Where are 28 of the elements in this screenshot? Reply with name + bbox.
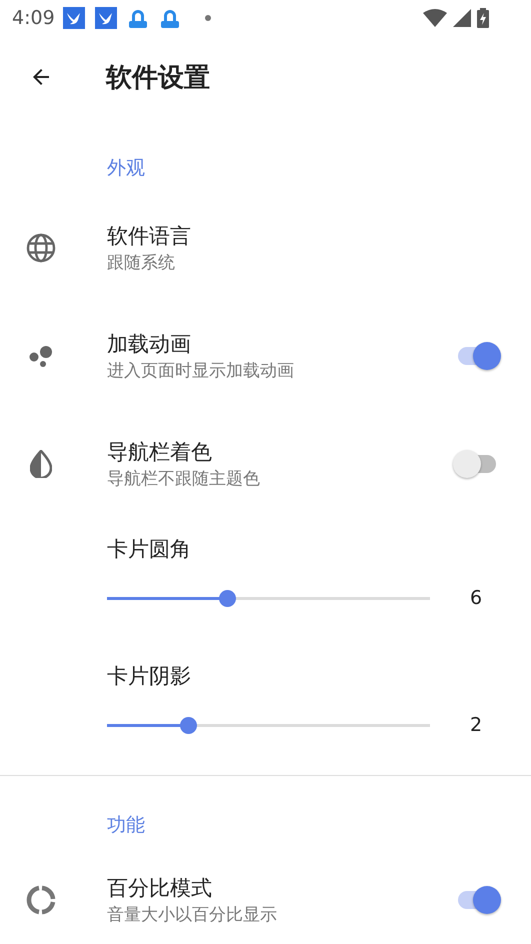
setting-subtitle: 音量大小以百分比显示 [107, 904, 277, 926]
wifi-icon [423, 9, 447, 27]
lock-icon [126, 7, 149, 29]
signal-icon [453, 9, 471, 27]
section-header: 外观 [107, 157, 145, 179]
slider-value: 6 [470, 587, 482, 609]
lock-icon [158, 7, 181, 29]
dots-icon [28, 344, 54, 368]
slider-value: 2 [470, 714, 482, 736]
bird-icon [94, 7, 117, 29]
section-header: 功能 [107, 814, 145, 836]
setting-subtitle: 导航栏不跟随主题色 [107, 468, 260, 490]
drop-icon [30, 450, 52, 478]
page-title: 软件设置 [106, 62, 210, 94]
setting-subtitle: 跟随系统 [107, 252, 175, 274]
setting-title: 导航栏着色 [107, 438, 212, 464]
setting-title: 软件语言 [107, 222, 191, 248]
setting-title: 卡片阴影 [107, 663, 191, 689]
bird-icon [62, 7, 85, 29]
setting-subtitle: 进入页面时显示加载动画 [107, 360, 294, 382]
globe-icon [26, 233, 56, 263]
status-time: 4:09 [12, 7, 55, 29]
dot-icon [204, 15, 211, 21]
setting-title: 卡片圆角 [107, 536, 191, 562]
setting-title: 加载动画 [107, 330, 191, 356]
battery-icon [477, 8, 489, 28]
ring-icon [26, 885, 56, 915]
setting-title: 百分比模式 [107, 874, 212, 900]
